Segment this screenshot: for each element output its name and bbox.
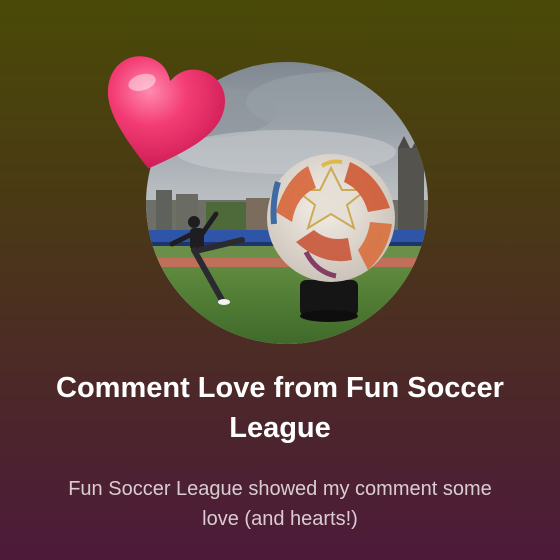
card-title: Comment Love from Fun Soccer League bbox=[56, 372, 504, 444]
heart-icon bbox=[94, 54, 228, 182]
card-description: Fun Soccer League showed my comment some… bbox=[68, 478, 492, 530]
reaction-card: Comment Love from Fun Soccer League Fun … bbox=[0, 0, 560, 560]
